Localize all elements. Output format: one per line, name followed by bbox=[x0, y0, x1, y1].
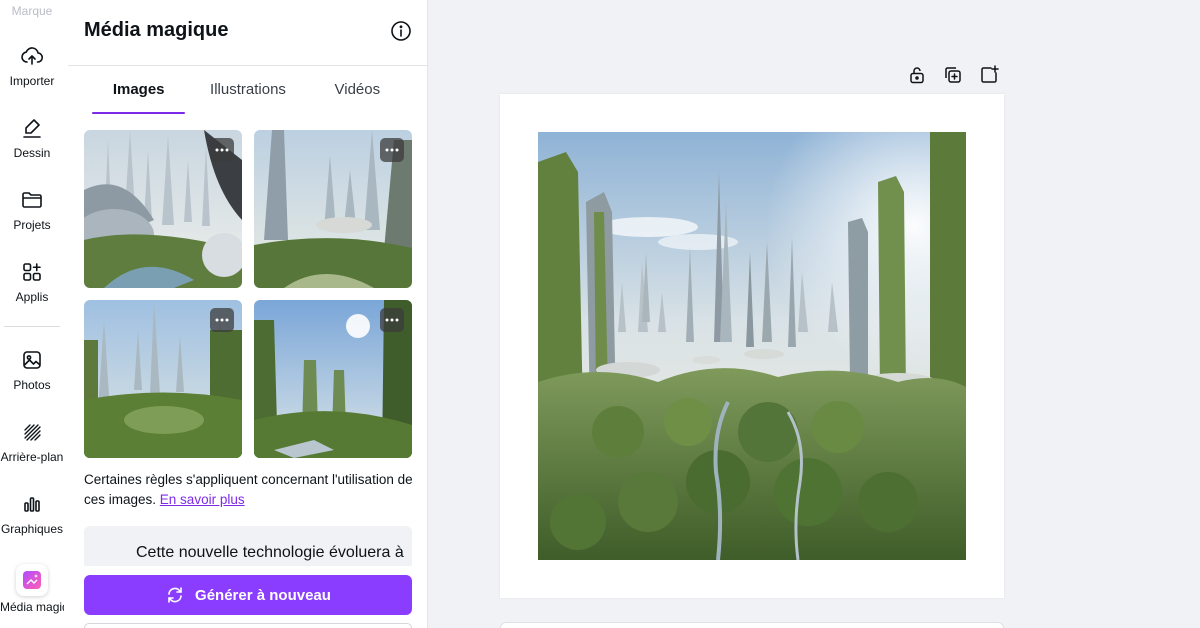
usage-notice: Certaines règles s'appliquent concernant… bbox=[84, 470, 414, 510]
duplicate-page-icon[interactable] bbox=[942, 64, 964, 86]
cloud-upload-icon bbox=[21, 47, 44, 65]
magic-media-panel: Média magique Images Illustrations Vidéo… bbox=[68, 0, 428, 628]
tab-images[interactable]: Images bbox=[84, 66, 193, 114]
generated-image-2[interactable] bbox=[254, 130, 412, 288]
generated-image-3[interactable] bbox=[84, 300, 242, 458]
selected-city-image-picture bbox=[538, 132, 966, 560]
rail-item-arriere-plan[interactable]: Arrière-plan bbox=[0, 420, 64, 464]
more-dots-icon bbox=[215, 148, 229, 152]
selected-city-image[interactable] bbox=[538, 132, 966, 560]
rail-item-label: Projets bbox=[13, 218, 51, 232]
prompt-text: Cette nouvelle technologie évoluera à bbox=[136, 544, 404, 561]
more-options-button[interactable] bbox=[380, 138, 404, 162]
background-pattern-icon bbox=[24, 424, 41, 441]
more-dots-icon bbox=[215, 318, 229, 322]
rail-item-label: Média magique bbox=[0, 600, 64, 614]
left-rail: Marque Importer Dessin Projets Applis Ph… bbox=[0, 0, 68, 628]
rail-item-label: Importer bbox=[9, 74, 55, 88]
rail-item-graphiques[interactable]: Graphiques bbox=[0, 492, 64, 536]
rail-item-dessin[interactable]: Dessin bbox=[0, 116, 64, 160]
more-dots-icon bbox=[385, 318, 399, 322]
secondary-button-edge[interactable] bbox=[84, 623, 412, 628]
brand-label[interactable]: Marque bbox=[0, 4, 64, 18]
bar-chart-icon bbox=[24, 497, 40, 512]
more-options-button[interactable] bbox=[210, 138, 234, 162]
rail-item-label: Arrière-plan bbox=[0, 450, 64, 464]
regenerate-button[interactable]: Générer à nouveau bbox=[84, 575, 412, 615]
rail-item-label: Dessin bbox=[13, 146, 51, 160]
refresh-icon bbox=[168, 587, 182, 603]
rail-item-projets[interactable]: Projets bbox=[0, 188, 64, 232]
rail-item-label: Applis bbox=[15, 290, 49, 304]
lock-icon[interactable] bbox=[906, 64, 928, 86]
usage-notice-text: Certaines règles s'appliquent concernant… bbox=[84, 472, 413, 507]
rail-item-label: Photos bbox=[13, 378, 51, 392]
rail-item-label: Graphiques bbox=[0, 522, 64, 536]
more-options-button[interactable] bbox=[380, 308, 404, 332]
magic-media-icon bbox=[16, 564, 48, 596]
rail-divider bbox=[4, 326, 60, 327]
next-page-edge[interactable] bbox=[500, 622, 1004, 628]
more-dots-icon bbox=[385, 148, 399, 152]
rail-item-photos[interactable]: Photos bbox=[0, 348, 64, 392]
rail-item-applis[interactable]: Applis bbox=[0, 260, 64, 304]
prompt-field[interactable]: Cette nouvelle technologie évoluera à bbox=[84, 526, 412, 566]
tab-illustrations[interactable]: Illustrations bbox=[193, 66, 302, 114]
rail-item-importer[interactable]: Importer bbox=[0, 44, 64, 88]
regenerate-label: Générer à nouveau bbox=[195, 586, 331, 604]
generated-image-4[interactable] bbox=[254, 300, 412, 458]
tab-videos[interactable]: Vidéos bbox=[303, 66, 412, 114]
rail-item-media-magique[interactable]: Média magique bbox=[0, 564, 64, 614]
media-type-tabs: Images Illustrations Vidéos bbox=[84, 66, 412, 114]
learn-more-link[interactable]: En savoir plus bbox=[160, 492, 245, 507]
info-icon[interactable] bbox=[390, 20, 412, 42]
add-page-icon[interactable] bbox=[978, 64, 1000, 86]
apps-icon bbox=[23, 263, 41, 281]
more-options-button[interactable] bbox=[210, 308, 234, 332]
pen-icon bbox=[23, 119, 41, 138]
design-page[interactable] bbox=[500, 94, 1004, 598]
panel-title: Média magique bbox=[84, 19, 229, 41]
generated-image-1[interactable] bbox=[84, 130, 242, 288]
photo-icon bbox=[23, 351, 41, 369]
folder-icon bbox=[22, 192, 42, 208]
page-toolbar bbox=[906, 64, 1000, 86]
